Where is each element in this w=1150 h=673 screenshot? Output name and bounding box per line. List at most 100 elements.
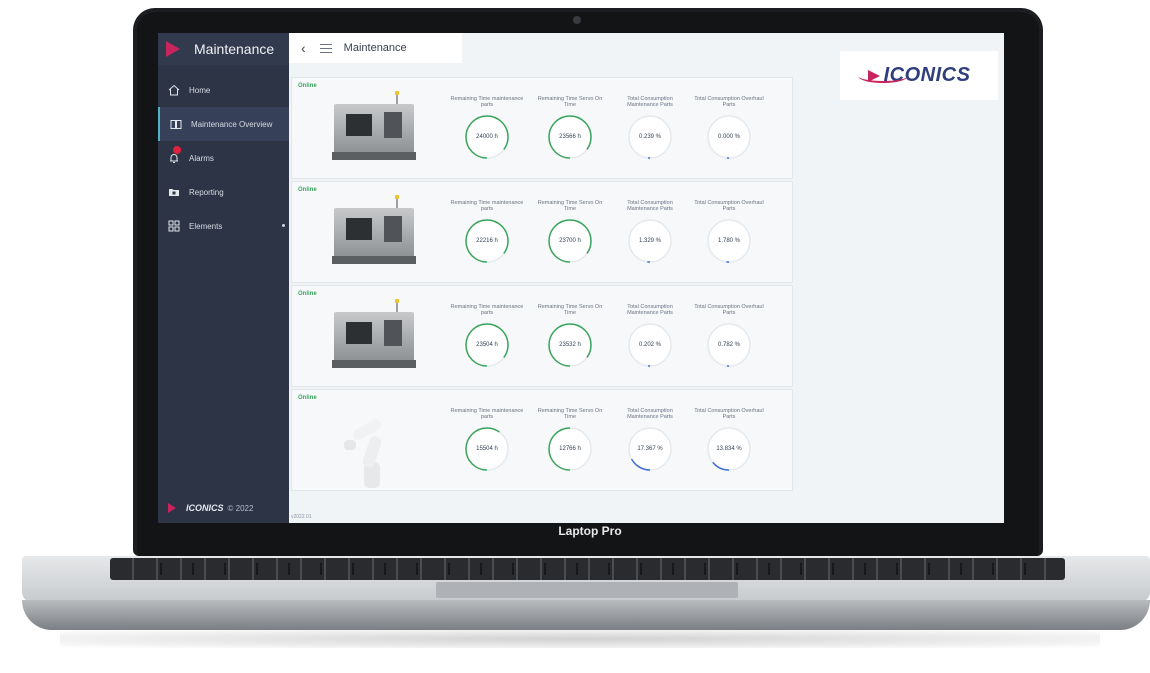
metric-gauge: Remaining Time Servo On Time 23532 h xyxy=(533,304,607,368)
gauge-ring: 17.367 % xyxy=(627,426,673,472)
version-label: v2022.01 xyxy=(291,514,312,520)
machine-card[interactable]: Online Remaining Time maintenance parts 23… xyxy=(291,285,793,387)
keyboard-keys xyxy=(130,563,1050,575)
sidebar-item-maintenance-overview[interactable]: Maintenance Overview xyxy=(158,107,289,141)
sidebar-item-label: Elements xyxy=(189,221,223,231)
laptop-base-edge xyxy=(22,600,1150,630)
metric-value: 24000 h xyxy=(476,134,498,140)
laptop-brand-label: Laptop Pro xyxy=(558,524,622,538)
footer-brand: ICONICS xyxy=(186,503,224,513)
sidebar-item-home[interactable]: Home xyxy=(158,73,289,107)
metric-label: Remaining Time Servo On Time xyxy=(537,304,603,316)
metric-label: Remaining Time maintenance parts xyxy=(450,304,524,316)
machine-card[interactable]: Online Remaining Time maintenance parts 15… xyxy=(291,389,793,491)
machine-card[interactable]: Online Remaining Time maintenance parts 22… xyxy=(291,181,793,283)
metric-gauge: Remaining Time maintenance parts 24000 h xyxy=(450,96,524,160)
metric-label: Total Consumption Maintenance Parts xyxy=(627,96,673,108)
status-badge: Online xyxy=(298,291,317,297)
sidebar: Maintenance Home Maintenance Overview Al… xyxy=(158,33,289,523)
bell-icon xyxy=(167,146,181,165)
metric-gauge: Total Consumption Overhaul Parts 1.780 % xyxy=(692,200,766,264)
metric-value: 12766 h xyxy=(559,446,581,452)
metric-gauge: Remaining Time maintenance parts 15504 h xyxy=(450,408,524,472)
gauge-ring: 23700 h xyxy=(547,218,593,264)
metric-label: Total Consumption Maintenance Parts xyxy=(627,304,673,316)
metric-gauge: Total Consumption Maintenance Parts 0.239… xyxy=(613,96,687,160)
status-badge: Online xyxy=(298,83,317,89)
book-icon xyxy=(169,117,183,131)
metric-gauge: Total Consumption Overhaul Parts 0.782 % xyxy=(692,304,766,368)
metric-value: 22216 h xyxy=(476,238,498,244)
gauge-ring: 0.782 % xyxy=(706,322,752,368)
app-screen: Maintenance Home Maintenance Overview Al… xyxy=(158,33,1004,523)
metric-label: Remaining Time Servo On Time xyxy=(537,408,603,420)
gauge-ring: 23566 h xyxy=(547,114,593,160)
metric-value: 0.239 % xyxy=(638,134,662,140)
gauge-ring: 15504 h xyxy=(464,426,510,472)
robot-arm-image xyxy=(342,410,402,488)
sidebar-item-label: Alarms xyxy=(189,153,214,163)
sidebar-title: Maintenance xyxy=(194,41,275,57)
iconics-logo: ICONICS xyxy=(840,51,998,100)
metric-value: 0.202 % xyxy=(638,342,662,348)
metric-value: 23532 h xyxy=(559,342,581,348)
page-title: Maintenance xyxy=(343,42,407,54)
metric-gauge: Remaining Time Servo On Time 12766 h xyxy=(533,408,607,472)
metric-value: 1.329 % xyxy=(638,238,662,244)
metric-gauge: Total Consumption Maintenance Parts 1.329… xyxy=(613,200,687,264)
expand-icon xyxy=(282,224,285,227)
metric-gauge: Remaining Time maintenance parts 22216 h xyxy=(450,200,524,264)
metric-label: Remaining Time maintenance parts xyxy=(450,96,524,108)
metric-label: Remaining Time maintenance parts xyxy=(450,200,524,212)
menu-icon[interactable] xyxy=(319,43,332,53)
metric-gauge: Remaining Time Servo On Time 23700 h xyxy=(533,200,607,264)
logo-swoosh xyxy=(858,69,908,83)
metric-value: 23504 h xyxy=(476,342,498,348)
laptop-scene: Laptop Pro Maintenance Home Maintenance … xyxy=(0,0,1150,673)
metric-value: 0.000 % xyxy=(717,134,741,140)
gauge-ring: 23532 h xyxy=(547,322,593,368)
grid-icon xyxy=(167,219,181,233)
sidebar-item-alarms[interactable]: Alarms xyxy=(158,141,289,175)
metric-label: Remaining Time maintenance parts xyxy=(450,408,524,420)
metric-label: Total Consumption Overhaul Parts xyxy=(694,408,764,420)
laptop-shadow xyxy=(60,630,1100,648)
sidebar-header: Maintenance xyxy=(158,33,289,65)
camera-icon xyxy=(573,16,581,24)
gauge-ring: 0.202 % xyxy=(627,322,673,368)
sidebar-item-reporting[interactable]: Reporting xyxy=(158,175,289,209)
cnc-machine-image xyxy=(332,91,418,164)
metric-value: 1.780 % xyxy=(717,238,741,244)
gauge-ring: 1.780 % xyxy=(706,218,752,264)
metric-value: 23566 h xyxy=(559,134,581,140)
metric-gauge: Total Consumption Overhaul Parts 13.834 % xyxy=(692,408,766,472)
machine-card[interactable]: Online Remaining Time maintenance parts 24… xyxy=(291,77,793,179)
gauge-ring: 22216 h xyxy=(464,218,510,264)
metric-label: Total Consumption Overhaul Parts xyxy=(694,96,764,108)
sidebar-item-elements[interactable]: Elements xyxy=(158,209,289,243)
metric-label: Total Consumption Overhaul Parts xyxy=(694,304,764,316)
metric-gauge: Remaining Time Servo On Time 23566 h xyxy=(533,96,607,160)
status-badge: Online xyxy=(298,187,317,193)
metric-value: 15504 h xyxy=(476,446,498,452)
gauge-ring: 13.834 % xyxy=(706,426,752,472)
metric-label: Remaining Time Servo On Time xyxy=(537,200,603,212)
metric-gauge: Total Consumption Maintenance Parts 17.36… xyxy=(613,408,687,472)
footer-copyright: © 2022 xyxy=(227,503,254,513)
topbar: ‹ Maintenance xyxy=(289,33,462,63)
sidebar-item-label: Maintenance Overview xyxy=(191,119,273,129)
metric-gauge: Total Consumption Overhaul Parts 0.000 % xyxy=(692,96,766,160)
metric-label: Total Consumption Overhaul Parts xyxy=(694,200,764,212)
metric-gauge: Remaining Time maintenance parts 23504 h xyxy=(450,304,524,368)
gauge-ring: 0.239 % xyxy=(627,114,673,160)
metric-value: 0.782 % xyxy=(717,342,741,348)
gauge-ring: 24000 h xyxy=(464,114,510,160)
cnc-machine-image xyxy=(332,299,418,372)
back-icon[interactable]: ‹ xyxy=(301,40,306,56)
cnc-machine-image xyxy=(332,195,418,268)
gauge-ring: 12766 h xyxy=(547,426,593,472)
folder-icon xyxy=(167,185,181,199)
gauge-ring: 0.000 % xyxy=(706,114,752,160)
metric-label: Remaining Time Servo On Time xyxy=(537,96,603,108)
sidebar-nav: Home Maintenance Overview Alarms Reporti… xyxy=(158,73,289,243)
